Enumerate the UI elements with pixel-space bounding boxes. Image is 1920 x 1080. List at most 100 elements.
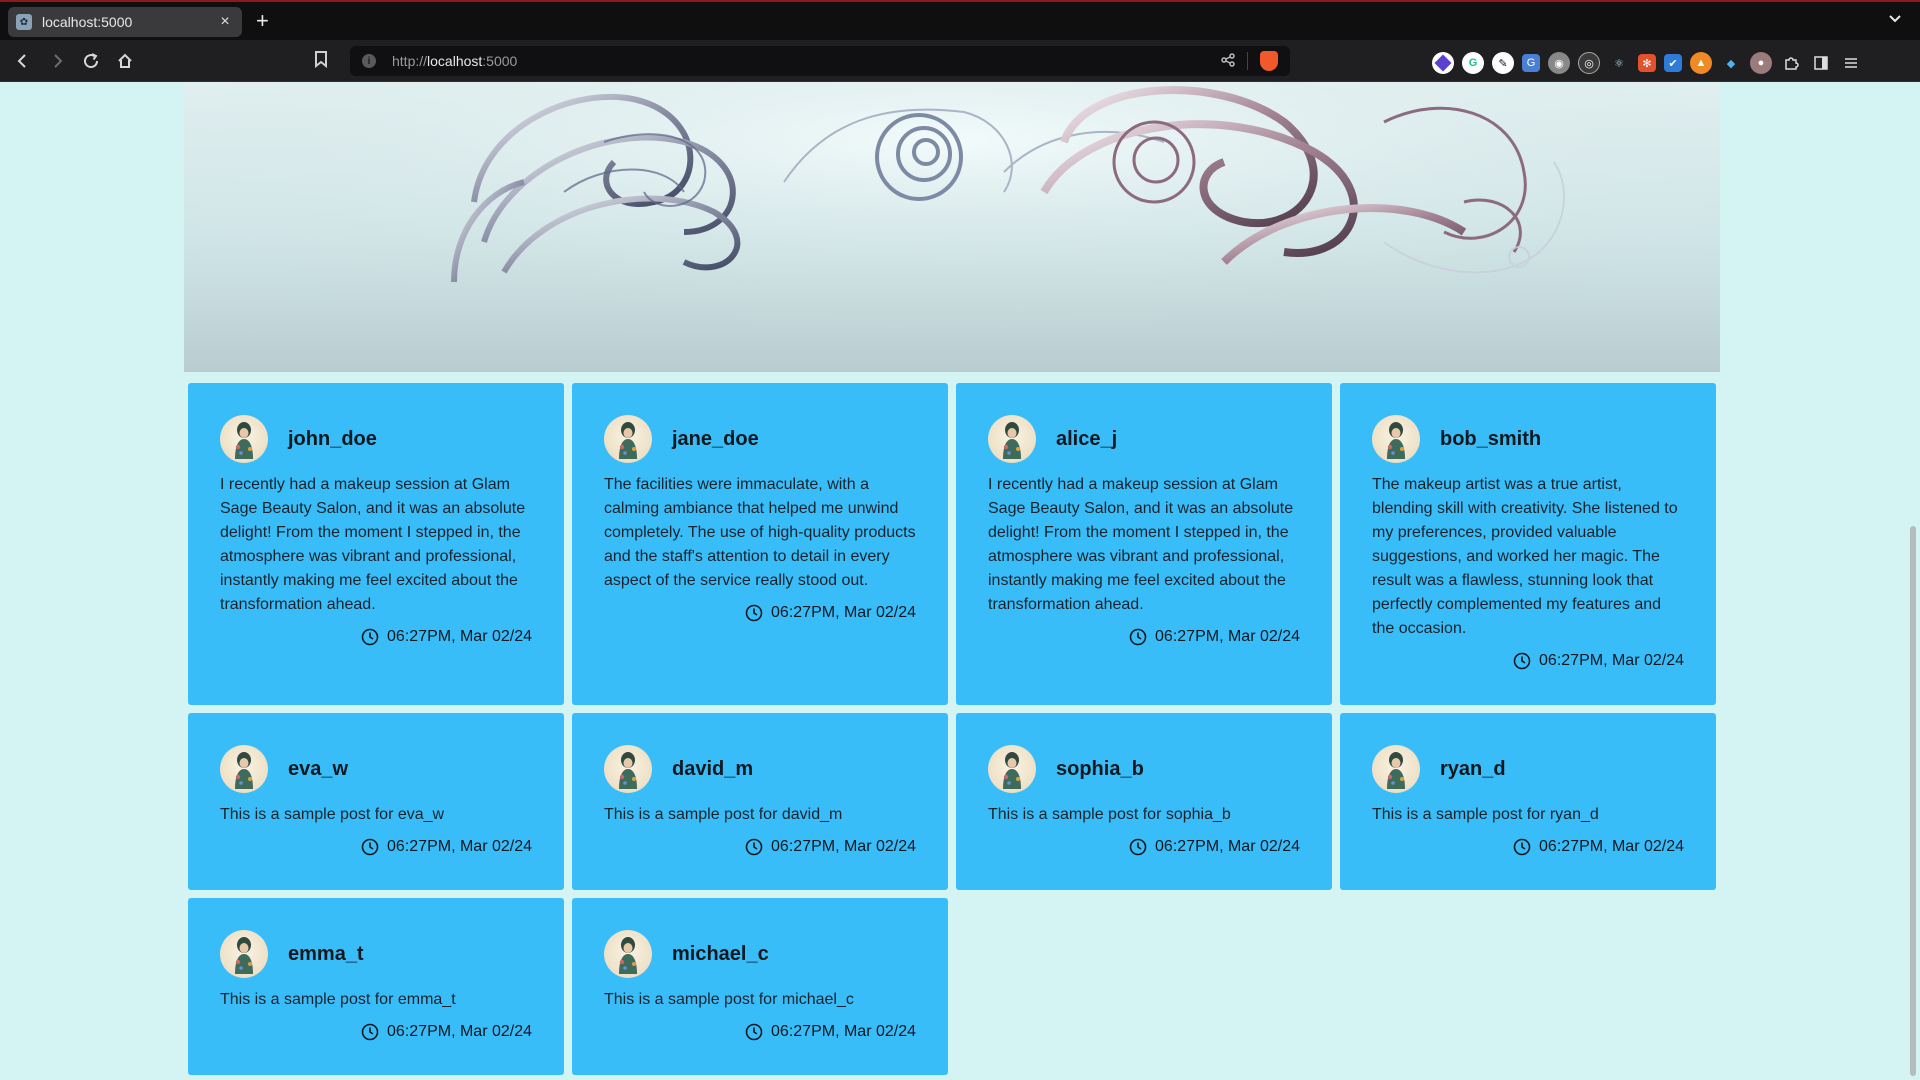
post-time-text: 06:27PM, Mar 02/24 <box>1539 838 1684 855</box>
translate-icon[interactable]: G <box>1522 54 1540 72</box>
post-body: The makeup artist was a true artist, ble… <box>1372 476 1678 637</box>
post-card: michael_c This is a sample post for micha… <box>572 898 948 1075</box>
post-body: This is a sample post for david_m <box>604 806 843 823</box>
brave-shield-icon[interactable] <box>1260 51 1278 71</box>
post-username: jane_doe <box>672 427 759 450</box>
post-card: alice_j I recently had a makeup session a… <box>956 383 1332 705</box>
proton-vpn-icon[interactable] <box>1432 52 1454 74</box>
scrollbar-thumb[interactable] <box>1910 526 1916 1076</box>
close-tab-button[interactable]: × <box>216 13 234 31</box>
grammarly-icon[interactable]: G <box>1462 52 1484 74</box>
avatar <box>220 415 268 463</box>
post-body: I recently had a makeup session at Glam … <box>988 476 1294 613</box>
post-time-text: 06:27PM, Mar 02/24 <box>387 1023 532 1040</box>
post-time-text: 06:27PM, Mar 02/24 <box>1539 652 1684 669</box>
forward-button[interactable] <box>44 48 70 74</box>
address-bar[interactable]: i http://localhost:5000 <box>350 46 1290 76</box>
post-card: ryan_d This is a sample post for ryan_d 06… <box>1340 713 1716 890</box>
post-time-text: 06:27PM, Mar 02/24 <box>771 604 916 621</box>
tab-list-chevron-icon[interactable] <box>1888 12 1902 29</box>
page-scrollbar[interactable] <box>1906 82 1920 1080</box>
tab-title: localhost:5000 <box>42 14 133 30</box>
post-username: emma_t <box>288 942 364 965</box>
post-body: This is a sample post for michael_c <box>604 991 854 1008</box>
menu-icon[interactable] <box>1840 52 1862 74</box>
post-body: This is a sample post for sophia_b <box>988 806 1231 823</box>
post-username: david_m <box>672 757 754 780</box>
reload-button[interactable] <box>78 48 104 74</box>
clock-icon <box>745 604 763 622</box>
post-username: sophia_b <box>1056 757 1144 780</box>
extension-icon[interactable]: ✔ <box>1664 54 1682 72</box>
page-content: john_doe I recently had a makeup session … <box>0 82 1920 1080</box>
post-header: eva_w <box>220 745 532 793</box>
post-header: bob_smith <box>1372 415 1684 463</box>
clock-icon <box>361 628 379 646</box>
extension-icon[interactable]: ✎ <box>1492 52 1514 74</box>
post-timestamp: 06:27PM, Mar 02/24 <box>220 1020 532 1044</box>
post-timestamp: 06:27PM, Mar 02/24 <box>988 835 1300 859</box>
avatar <box>1372 415 1420 463</box>
avatar <box>604 415 652 463</box>
post-header: ryan_d <box>1372 745 1684 793</box>
sidebar-toggle-icon[interactable] <box>1810 52 1832 74</box>
post-username: bob_smith <box>1440 427 1542 450</box>
post-username: eva_w <box>288 757 349 780</box>
avatar <box>1372 745 1420 793</box>
avatar <box>220 745 268 793</box>
share-icon[interactable] <box>1221 52 1235 70</box>
clock-icon <box>745 838 763 856</box>
post-card: emma_t This is a sample post for emma_t 06… <box>188 898 564 1075</box>
url-text[interactable]: http://localhost:5000 <box>392 53 1221 69</box>
react-devtools-icon[interactable]: ⚛ <box>1608 52 1630 74</box>
post-username: michael_c <box>672 942 769 965</box>
avatar <box>988 745 1036 793</box>
extension-icon[interactable]: ▲ <box>1690 52 1712 74</box>
post-timestamp: 06:27PM, Mar 02/24 <box>604 835 916 859</box>
post-timestamp: 06:27PM, Mar 02/24 <box>604 1020 916 1044</box>
clock-icon <box>361 838 379 856</box>
post-timestamp: 06:27PM, Mar 02/24 <box>220 835 532 859</box>
extensions-area: G ✎ G ◉ ◎ ⚛ ✻ ✔ ▲ ◆ ● <box>1432 52 1862 74</box>
browser-tab[interactable]: ✿ localhost:5000 × <box>8 7 242 37</box>
avatar <box>220 930 268 978</box>
post-body: The facilities were immaculate, with a c… <box>604 476 916 589</box>
post-timestamp: 06:27PM, Mar 02/24 <box>604 601 916 625</box>
post-body: I recently had a makeup session at Glam … <box>220 476 526 613</box>
post-body: This is a sample post for eva_w <box>220 806 445 823</box>
post-time-text: 06:27PM, Mar 02/24 <box>387 838 532 855</box>
post-username: ryan_d <box>1440 757 1506 780</box>
post-body: This is a sample post for emma_t <box>220 991 456 1008</box>
new-tab-button[interactable]: + <box>256 10 269 32</box>
url-host: localhost <box>427 53 483 69</box>
puzzle-icon[interactable] <box>1780 52 1802 74</box>
post-header: jane_doe <box>604 415 916 463</box>
post-header: emma_t <box>220 930 532 978</box>
post-header: john_doe <box>220 415 532 463</box>
home-button[interactable] <box>112 48 138 74</box>
post-username: john_doe <box>288 427 377 450</box>
post-timestamp: 06:27PM, Mar 02/24 <box>220 625 532 649</box>
post-card: sophia_b This is a sample post for sophia… <box>956 713 1332 890</box>
bookmark-icon[interactable] <box>314 50 328 73</box>
post-time-text: 06:27PM, Mar 02/24 <box>387 628 532 645</box>
site-favicon-icon: ✿ <box>16 14 32 30</box>
extension-icon[interactable]: ◉ <box>1548 52 1570 74</box>
extension-icon[interactable]: ◆ <box>1720 52 1742 74</box>
post-card: bob_smith The makeup artist was a true ar… <box>1340 383 1716 705</box>
post-header: michael_c <box>604 930 916 978</box>
url-divider <box>1247 52 1248 70</box>
extension-icon[interactable]: ● <box>1750 52 1772 74</box>
post-header: sophia_b <box>988 745 1300 793</box>
extension-icon[interactable]: ✻ <box>1638 54 1656 72</box>
post-timestamp: 06:27PM, Mar 02/24 <box>988 625 1300 649</box>
extension-icon[interactable]: ◎ <box>1578 52 1600 74</box>
post-card: david_m This is a sample post for david_m… <box>572 713 948 890</box>
post-time-text: 06:27PM, Mar 02/24 <box>1155 838 1300 855</box>
avatar <box>988 415 1036 463</box>
back-button[interactable] <box>10 48 36 74</box>
post-card: eva_w This is a sample post for eva_w 06:2… <box>188 713 564 890</box>
site-info-icon[interactable]: i <box>362 54 376 68</box>
post-time-text: 06:27PM, Mar 02/24 <box>1155 628 1300 645</box>
post-header: david_m <box>604 745 916 793</box>
